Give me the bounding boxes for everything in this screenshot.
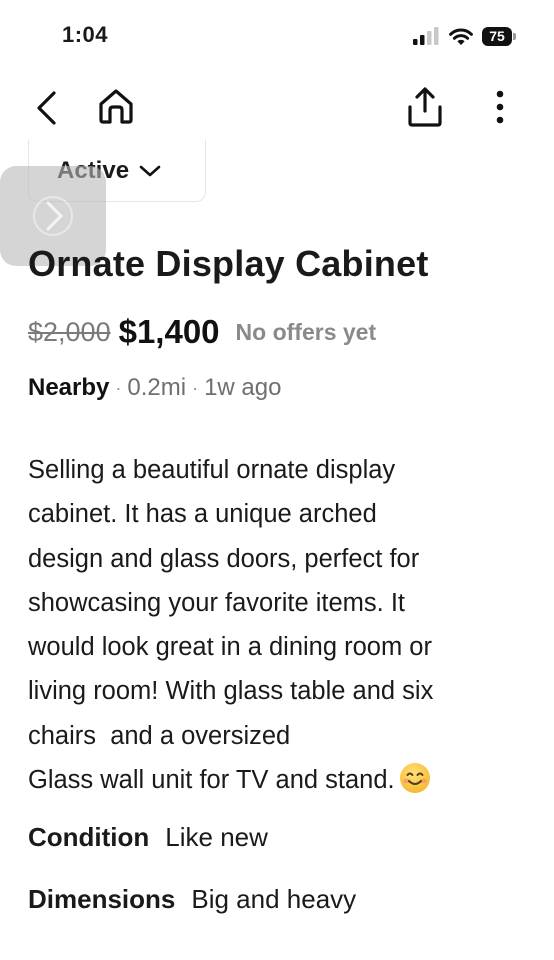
- description-line: Selling a beautiful ornate display: [28, 456, 396, 484]
- description-line: chairs and a oversized: [28, 721, 291, 750]
- share-icon: [408, 87, 442, 127]
- smiling-face-emoji-icon: [399, 763, 430, 794]
- condition-value: Like new: [165, 822, 268, 852]
- chevron-down-icon: [139, 165, 161, 176]
- chevron-right-icon: [33, 196, 73, 236]
- original-price: $2,000: [28, 316, 111, 347]
- location-label[interactable]: Nearby: [28, 374, 109, 402]
- price-row: $2,000 $1,400 No offers yet: [28, 308, 376, 356]
- description-line: design and glass doors, perfect for: [28, 544, 420, 573]
- description-line: would look great in a dining room or: [28, 633, 432, 662]
- description-line: cabinet. It has a unique arched: [28, 500, 377, 529]
- description-line: living room! With glass table and six: [28, 677, 434, 706]
- posted-time: 1w ago: [204, 374, 282, 401]
- dimensions-value: Big and heavy: [191, 884, 357, 914]
- listing-description: Selling a beautiful ornate display cabin…: [28, 448, 528, 802]
- back-button[interactable]: [26, 86, 66, 130]
- share-button[interactable]: [402, 84, 448, 130]
- offers-status: No offers yet: [235, 318, 377, 345]
- dimensions-row: Dimensions Big and heavy: [28, 884, 356, 915]
- condition-label: Condition: [28, 822, 150, 852]
- description-line-last: Glass wall unit for TV and stand.: [28, 758, 528, 802]
- listing-title: Ornate Display Cabinet: [28, 243, 429, 284]
- signal-icon: [413, 27, 439, 45]
- more-button[interactable]: [482, 84, 518, 130]
- back-chevron-icon: [37, 91, 56, 125]
- home-icon: [99, 89, 133, 124]
- description-line: showcasing your favorite items. It: [28, 588, 405, 617]
- separator-dot: ·: [192, 377, 199, 398]
- dimensions-label: Dimensions: [28, 884, 176, 914]
- status-icons: 75: [412, 24, 516, 48]
- more-vertical-icon: [496, 90, 504, 124]
- condition-row: Condition Like new: [28, 822, 268, 853]
- separator-dot: ·: [115, 377, 122, 398]
- description-line: Glass wall unit for TV and stand.: [28, 766, 395, 795]
- wifi-icon: [449, 28, 473, 45]
- listing-meta: Nearby · 0.2mi · 1w ago: [28, 374, 281, 402]
- home-button[interactable]: [94, 84, 138, 128]
- current-price: $1,400: [118, 313, 220, 350]
- distance: 0.2mi: [127, 374, 187, 401]
- status-time: 1:04: [62, 22, 109, 47]
- battery-icon: 75: [482, 26, 516, 46]
- battery-level: 75: [482, 26, 512, 46]
